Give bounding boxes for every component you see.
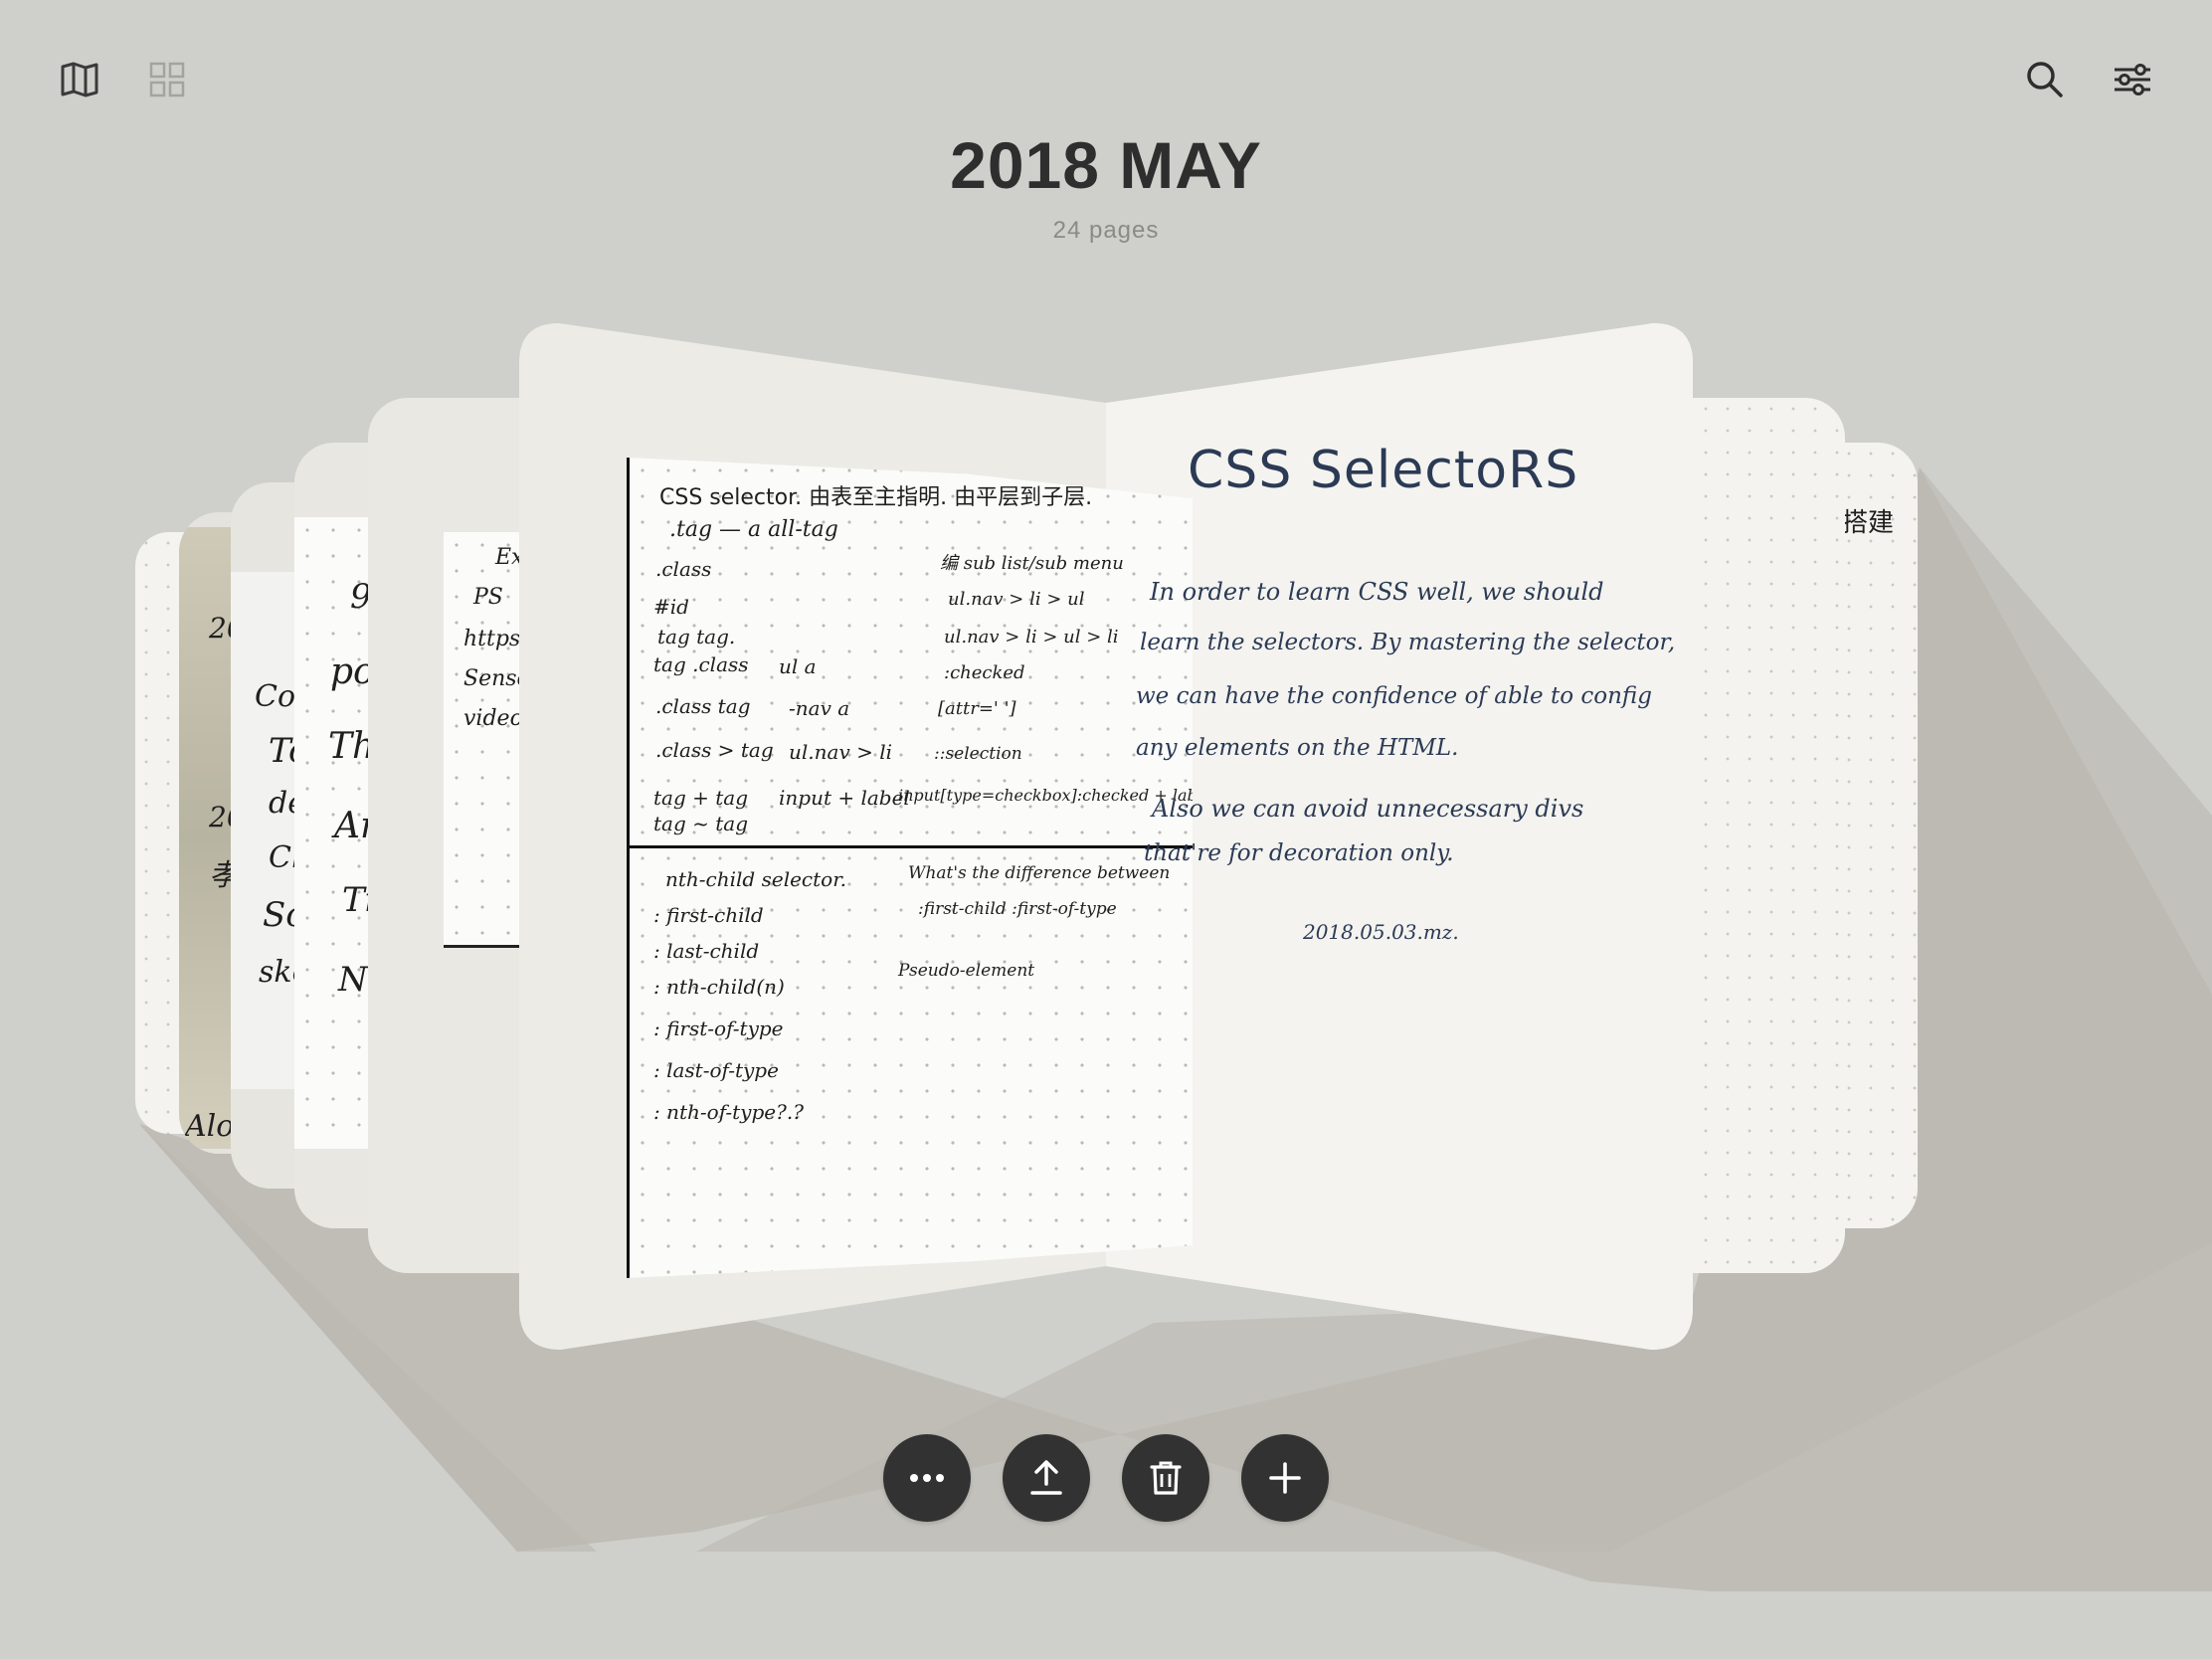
- left-bottom-4: : first-of-type: [653, 1016, 784, 1040]
- settings-button[interactable]: [2101, 48, 2164, 111]
- share-icon: [1030, 1460, 1062, 1495]
- left-line-5: .class tag: [655, 694, 751, 718]
- left-mid-2: ul.nav > li: [789, 740, 893, 764]
- left-bottom-right-1: :first-child :first-of-type: [918, 899, 1117, 919]
- written-page-right[interactable]: CSS SelectoRS In order to learn CSS well…: [1116, 423, 1676, 1248]
- add-button[interactable]: [1241, 1434, 1329, 1522]
- snippet-left1-4: video: [463, 706, 523, 731]
- right-para2-1: that're for decoration only.: [1144, 840, 1454, 866]
- left-bottom-5: : last-of-type: [653, 1058, 779, 1082]
- delete-button[interactable]: [1122, 1434, 1209, 1522]
- more-button[interactable]: [883, 1434, 971, 1522]
- left-right-1: ul.nav > li > ul: [948, 589, 1085, 610]
- left-right-3: :checked: [944, 662, 1025, 683]
- left-mid-1: -nav a: [789, 696, 850, 720]
- right-para-0: In order to learn CSS well, we should: [1150, 578, 1604, 606]
- left-bottom-3: : nth-child(n): [653, 975, 785, 999]
- right-para-2: we can have the confidence of able to co…: [1136, 683, 1652, 709]
- right-para-1: learn the selectors. By mastering the se…: [1140, 630, 1676, 655]
- left-line-2: #id: [653, 595, 689, 619]
- book-icon: [61, 62, 98, 97]
- left-line-1: .class: [655, 557, 712, 581]
- snippet-left4-3: Alo: [185, 1109, 235, 1144]
- snippet-right1: 搭建: [1842, 508, 1895, 538]
- sliders-icon: [2115, 64, 2150, 95]
- left-right-4: [attr=' ']: [938, 698, 1016, 719]
- left-line-4: tag .class: [653, 652, 749, 676]
- snippet-left1-1: PS: [473, 585, 503, 610]
- open-notebook: CSS selector. 由表至主指明. 由平层到子层. .tag — a a…: [519, 323, 1693, 1350]
- left-bottom-6: : nth-of-type?.?: [653, 1100, 804, 1124]
- grid-view-button[interactable]: [135, 48, 199, 111]
- left-input-label: input + label: [779, 786, 910, 810]
- scanned-page-left[interactable]: CSS selector. 由表至主指明. 由平层到子层. .tag — a a…: [627, 458, 1193, 1278]
- right-para-3: any elements on the HTML.: [1136, 735, 1459, 761]
- left-line-6: .class > tag: [655, 738, 774, 762]
- right-para2-0: Also we can avoid unnecessary divs: [1152, 795, 1584, 823]
- share-button[interactable]: [1003, 1434, 1090, 1522]
- right-page-date: 2018.05.03.mz.: [1303, 920, 1459, 944]
- grid-icon: [149, 62, 185, 97]
- left-bottom-1: : first-child: [653, 903, 764, 927]
- right-page-heading: CSS SelectoRS: [1188, 441, 1579, 500]
- add-icon: [1269, 1462, 1301, 1494]
- left-line-8: tag ~ tag: [653, 812, 748, 835]
- left-mid-0: ul a: [779, 654, 817, 678]
- left-bottom-right-2: Pseudo-element: [898, 961, 1035, 981]
- left-page-heading: CSS selector. 由表至主指明. 由平层到子层.: [659, 485, 1093, 510]
- book-view-button[interactable]: [48, 48, 111, 111]
- trash-icon: [1150, 1461, 1182, 1495]
- more-icon: [910, 1474, 944, 1482]
- notebook-title: 2018 MAY: [950, 128, 1262, 202]
- left-line-7: tag + tag: [653, 786, 748, 810]
- left-right-5: ::selection: [934, 744, 1022, 764]
- snippet-left1-2: https: [463, 627, 521, 651]
- snippet-left2-5: N: [338, 960, 368, 1000]
- page-count: 24 pages: [1052, 217, 1160, 244]
- left-right-0: 编 sub list/sub menu: [940, 553, 1124, 574]
- left-line-3: tag tag.: [657, 625, 736, 648]
- left-bottom-0: nth-child selector.: [665, 867, 846, 891]
- left-bottom-2: : last-child: [653, 939, 760, 963]
- search-icon: [2027, 62, 2063, 97]
- left-right-2: ul.nav > li > ul > li: [944, 627, 1119, 647]
- left-line-0: .tag — a all-tag: [669, 517, 838, 542]
- search-button[interactable]: [2013, 48, 2077, 111]
